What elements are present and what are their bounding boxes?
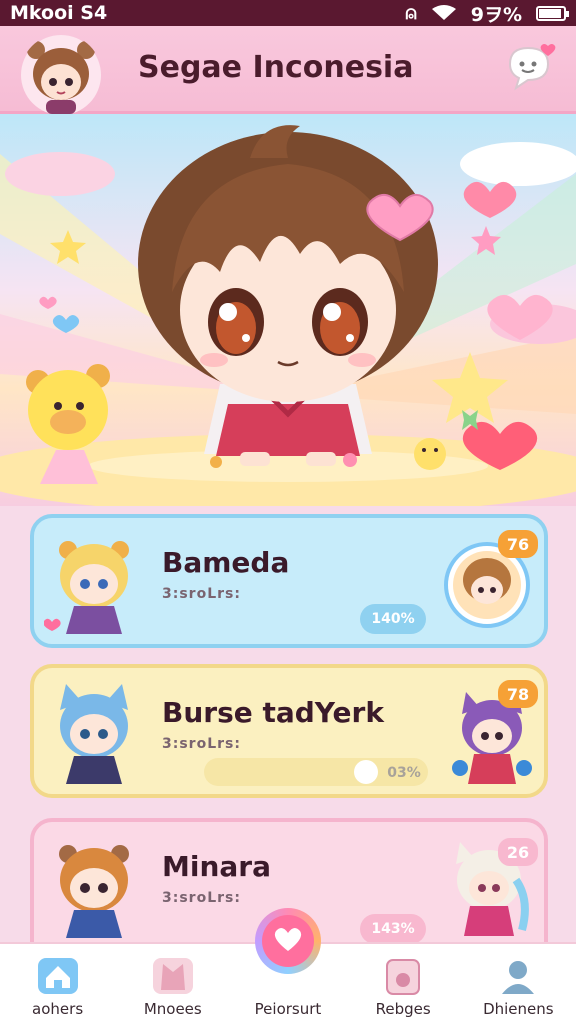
user-icon <box>502 961 535 994</box>
profile-avatar[interactable] <box>20 34 102 116</box>
heart-icon <box>274 927 302 951</box>
favorites-button[interactable] <box>254 908 321 974</box>
character-thumbnail <box>44 541 129 634</box>
battery-label: 9ヲ% <box>470 3 522 26</box>
level-badge: 78 <box>498 680 538 708</box>
nav-item-favorites[interactable]: Peiorsurt <box>233 908 343 1018</box>
nav-item-moves[interactable]: Mnoees <box>118 956 228 1018</box>
card-subtitle: 3:sroLrs: <box>162 890 241 906</box>
character-icon <box>152 958 193 994</box>
nav-label: Dhienens <box>483 1000 554 1018</box>
camera-icon <box>386 959 421 995</box>
card-title: Burse tadYerk <box>162 696 384 729</box>
character-thumbnail <box>60 684 128 784</box>
percent-pill: 03% <box>387 765 421 781</box>
page-title: Segae Inconesia <box>138 50 414 85</box>
level-badge: 26 <box>498 838 538 866</box>
level-badge: 76 <box>498 530 538 558</box>
nav-label: Peiorsurt <box>254 1000 322 1018</box>
nav-item-badges[interactable]: Rebges <box>348 956 458 1018</box>
progress-handle[interactable] <box>354 760 378 784</box>
battery-icon <box>536 5 569 21</box>
hero-character-art <box>0 125 576 506</box>
app-header: Segae Inconesia <box>0 26 576 116</box>
home-icon <box>37 958 78 994</box>
nav-item-home[interactable]: aohers <box>3 956 113 1018</box>
card-subtitle: 3:sroLrs: <box>162 736 241 752</box>
nav-item-profile[interactable]: Dhienens <box>463 956 573 1018</box>
bottom-nav: aohers Mnoees Peiorsurt Rebges Dhienens <box>0 908 576 1024</box>
nav-label: aohers <box>32 1000 84 1018</box>
character-thumbnail <box>59 845 129 938</box>
status-bar: Mkooi S4 ⍝ 9ヲ% <box>0 0 576 26</box>
alarm-icon: ⍝ <box>405 2 417 24</box>
percent-pill: 143% <box>360 914 426 944</box>
card-subtitle: 3:sroLrs: <box>162 586 241 602</box>
hero-illustration <box>0 114 576 506</box>
carrier-label: Mkooi S4 <box>10 2 108 24</box>
nav-label: Rebges <box>375 1000 431 1018</box>
card-title: Minara <box>162 850 271 883</box>
percent-pill: 140% <box>360 604 426 634</box>
character-card-2[interactable]: Burse tadYerk 3:sroLrs: 03% 78 <box>30 664 548 798</box>
nav-label: Mnoees <box>143 1000 202 1018</box>
chat-icon[interactable] <box>504 42 556 92</box>
status-icons: ⍝ 9ヲ% <box>405 0 569 27</box>
wifi-icon <box>431 5 456 20</box>
character-card-1[interactable]: Bameda 3:sroLrs: 76 140% <box>30 514 548 648</box>
card-title: Bameda <box>162 546 290 579</box>
